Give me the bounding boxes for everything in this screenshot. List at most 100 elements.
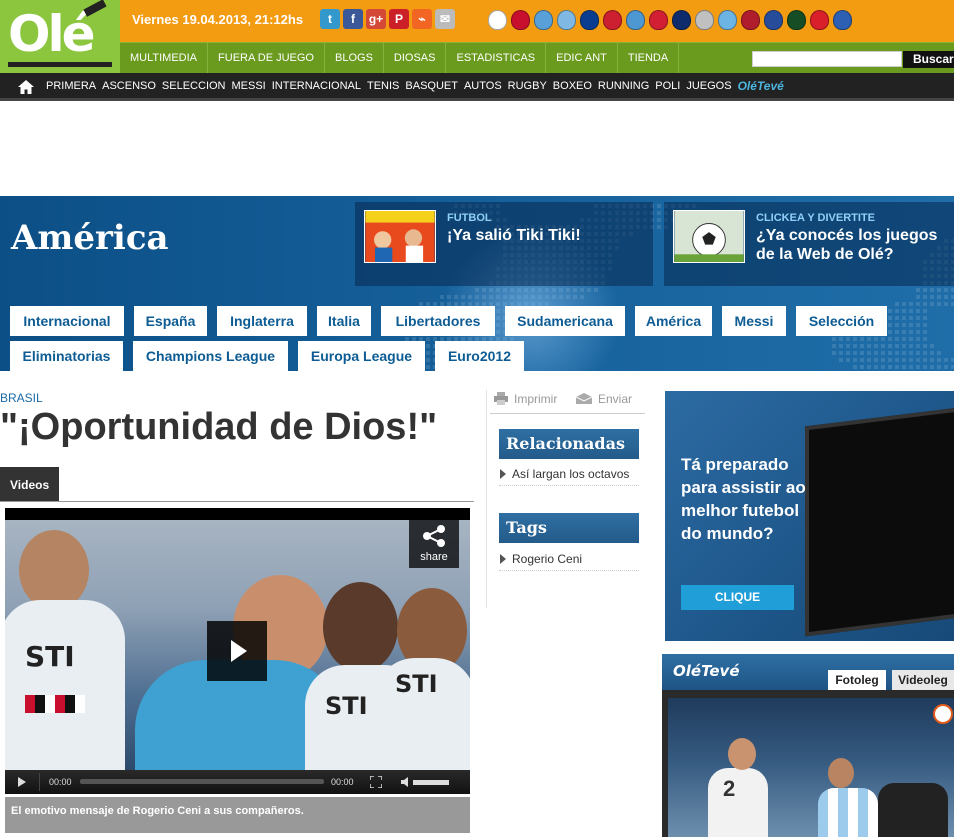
nav-item-seleccion[interactable]: SELECCION bbox=[159, 73, 229, 99]
nav-item-basquet[interactable]: BASQUET bbox=[402, 73, 461, 99]
play-small-icon[interactable] bbox=[17, 777, 27, 787]
tab-videoleg[interactable]: Videoleg bbox=[892, 670, 954, 690]
nav-item-edic-ant[interactable]: EDIC ANT bbox=[546, 43, 618, 73]
play-button[interactable] bbox=[207, 621, 267, 681]
tab-videos[interactable]: Videos bbox=[0, 467, 59, 502]
club-crest-icon[interactable] bbox=[810, 10, 829, 30]
tv-advertisement[interactable]: Tá preparado para assistir ao melhor fut… bbox=[665, 391, 954, 641]
club-crest-icon[interactable] bbox=[741, 10, 760, 30]
google-plus-icon[interactable]: g+ bbox=[366, 9, 386, 29]
tag-espana[interactable]: España bbox=[134, 306, 207, 336]
facebook-icon[interactable]: f bbox=[343, 9, 363, 29]
shirt-sponsor: STI bbox=[395, 670, 438, 698]
club-crest-icon[interactable] bbox=[787, 10, 806, 30]
promo-title[interactable]: ¡Ya salió Tiki Tiki! bbox=[447, 226, 643, 245]
club-crests bbox=[488, 10, 852, 30]
nav-item-ascenso[interactable]: ASCENSO bbox=[99, 73, 159, 99]
video-player[interactable]: STI STI STI share 00:00 00:00 bbox=[5, 508, 470, 794]
share-label: share bbox=[420, 551, 448, 563]
tag-inglaterra[interactable]: Inglaterra bbox=[217, 306, 307, 336]
nav-item-multimedia[interactable]: MULTIMEDIA bbox=[120, 43, 209, 73]
envelope-icon bbox=[575, 393, 593, 404]
nav-item-oletv[interactable]: OléTevé bbox=[735, 73, 787, 99]
promo-title[interactable]: ¿Ya conocés los juegos de la Web de Olé? bbox=[756, 226, 952, 264]
tag-sudamericana[interactable]: Sudamericana bbox=[505, 306, 625, 336]
rss-icon[interactable]: ⌁ bbox=[412, 9, 432, 29]
send-label: Enviar bbox=[598, 392, 633, 406]
tag-item[interactable]: Rogerio Ceni bbox=[499, 549, 639, 571]
ole-logo[interactable]: Olé bbox=[0, 0, 120, 73]
time-current: 00:00 bbox=[49, 777, 72, 787]
home-icon[interactable] bbox=[17, 79, 35, 95]
search-button[interactable]: Buscar bbox=[903, 51, 954, 68]
nav-item-poli[interactable]: POLI bbox=[652, 73, 683, 99]
club-crest-icon[interactable] bbox=[764, 10, 783, 30]
club-crest-icon[interactable] bbox=[695, 10, 714, 30]
tag-champions-league[interactable]: Champions League bbox=[133, 341, 288, 371]
tag-messi[interactable]: Messi bbox=[722, 306, 786, 336]
search-input[interactable] bbox=[752, 51, 902, 67]
article-kicker[interactable]: BRASIL bbox=[0, 391, 43, 405]
featured-photo[interactable]: 2 bbox=[668, 698, 954, 837]
nav-item-blogs[interactable]: BLOGS bbox=[325, 43, 384, 73]
related-item[interactable]: Así largan los octavos bbox=[499, 464, 639, 486]
tag-seleccion[interactable]: Selección bbox=[796, 306, 887, 336]
video-controls: 00:00 00:00 bbox=[5, 770, 470, 794]
nav-item-juegos[interactable]: JUEGOS bbox=[683, 73, 734, 99]
tag-america[interactable]: América bbox=[635, 306, 712, 336]
club-crest-icon[interactable] bbox=[557, 10, 576, 30]
club-crest-icon[interactable] bbox=[488, 10, 507, 30]
tab-fotoleg[interactable]: Fotoleg bbox=[828, 670, 886, 690]
ad-cta-button[interactable]: CLIQUE bbox=[681, 585, 794, 610]
seek-bar[interactable] bbox=[80, 779, 324, 784]
tag-internacional[interactable]: Internacional bbox=[10, 306, 124, 336]
club-crest-icon[interactable] bbox=[718, 10, 737, 30]
soccer-ball-thumbnail bbox=[673, 210, 745, 263]
club-crest-icon[interactable] bbox=[511, 10, 530, 30]
promo-tiki-tiki[interactable]: FUTBOL ¡Ya salió Tiki Tiki! bbox=[355, 202, 653, 286]
club-crest-icon[interactable] bbox=[603, 10, 622, 30]
club-crest-icon[interactable] bbox=[672, 10, 691, 30]
oletv-logo[interactable]: OléTevé bbox=[673, 662, 740, 680]
main-nav: PRIMERA ASCENSO SELECCION MESSI INTERNACIONA… bbox=[0, 73, 954, 101]
shirt-stripes bbox=[25, 695, 85, 713]
club-crest-icon[interactable] bbox=[580, 10, 599, 30]
nav-item-autos[interactable]: AUTOS bbox=[461, 73, 505, 99]
related-header: Relacionadas bbox=[499, 429, 639, 459]
tiki-tiki-album-thumbnail bbox=[364, 210, 436, 263]
shirt-sponsor: STI bbox=[25, 640, 75, 673]
volume-icon[interactable] bbox=[401, 777, 453, 787]
nav-item-tenis[interactable]: TENIS bbox=[364, 73, 402, 99]
share-button[interactable]: share bbox=[409, 520, 459, 568]
nav-item-internacional[interactable]: INTERNACIONAL bbox=[269, 73, 364, 99]
nav-item-fuera-de-juego[interactable]: FUERA DE JUEGO bbox=[208, 43, 325, 73]
article-tools: Imprimir Enviar bbox=[490, 390, 645, 414]
tag-libertadores[interactable]: Libertadores bbox=[381, 306, 495, 336]
fullscreen-icon[interactable] bbox=[370, 776, 382, 788]
club-crest-icon[interactable] bbox=[649, 10, 668, 30]
nav-item-rugby[interactable]: RUGBY bbox=[505, 73, 550, 99]
nav-item-diosas[interactable]: DIOSAS bbox=[384, 43, 447, 73]
tag-europa-league[interactable]: Europa League bbox=[298, 341, 425, 371]
club-crest-icon[interactable] bbox=[534, 10, 553, 30]
tag-italia[interactable]: Italia bbox=[317, 306, 371, 336]
twitter-icon[interactable]: t bbox=[320, 9, 340, 29]
print-link[interactable]: Imprimir bbox=[494, 392, 557, 406]
club-crest-icon[interactable] bbox=[626, 10, 645, 30]
secondary-nav-items: MULTIMEDIA FUERA DE JUEGO BLOGS DIOSAS ESTAD… bbox=[120, 43, 680, 73]
pinterest-icon[interactable]: P bbox=[389, 9, 409, 29]
nav-item-estadisticas[interactable]: ESTADISTICAS bbox=[446, 43, 547, 73]
nav-item-boxeo[interactable]: BOXEO bbox=[550, 73, 595, 99]
nav-item-tienda[interactable]: TIENDA bbox=[618, 43, 680, 73]
nav-item-running[interactable]: RUNNING bbox=[595, 73, 652, 99]
nav-item-primera[interactable]: PRIMERA bbox=[43, 73, 99, 99]
share-icon bbox=[423, 525, 445, 547]
club-crest-icon[interactable] bbox=[833, 10, 852, 30]
nav-item-messi[interactable]: MESSI bbox=[229, 73, 269, 99]
tag-eliminatorias[interactable]: Eliminatorias bbox=[10, 341, 123, 371]
promo-games[interactable]: CLICKEA Y DIVERTITE ¿Ya conocés los jueg… bbox=[664, 202, 954, 286]
ball bbox=[933, 704, 953, 724]
mail-icon[interactable]: ✉ bbox=[435, 9, 455, 29]
tag-euro2012[interactable]: Euro2012 bbox=[435, 341, 524, 371]
send-link[interactable]: Enviar bbox=[575, 392, 633, 406]
